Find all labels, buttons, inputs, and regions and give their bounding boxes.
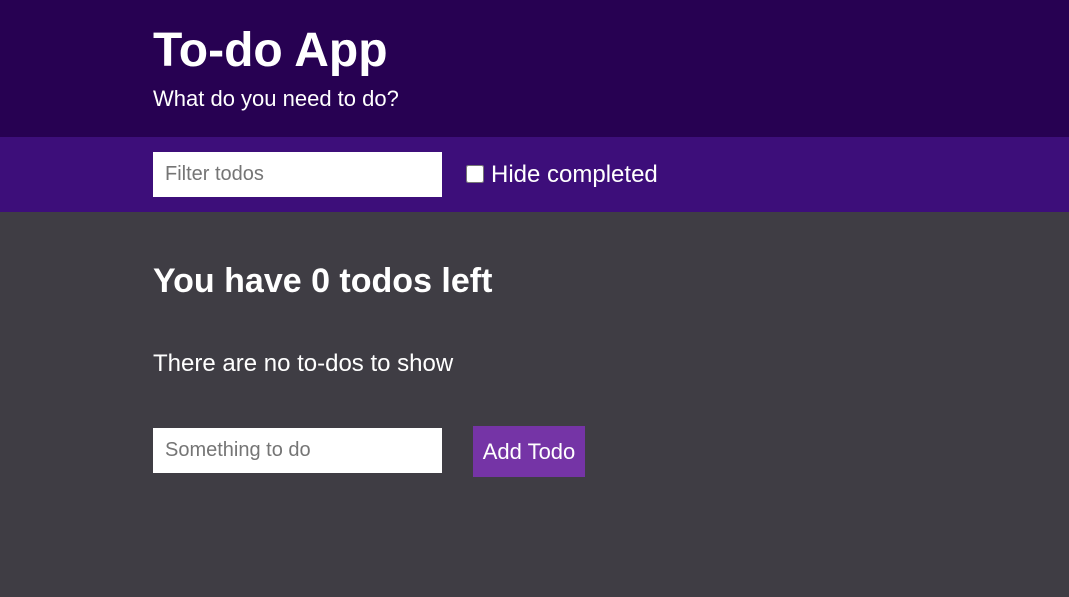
hide-completed-checkbox[interactable] (466, 165, 484, 183)
hide-completed-toggle[interactable]: Hide completed (466, 161, 658, 189)
app-header: To-do App What do you need to do? (0, 0, 1069, 137)
filter-todos-input[interactable] (153, 152, 442, 197)
todos-left-heading: You have 0 todos left (153, 262, 493, 300)
new-todo-input[interactable] (153, 428, 442, 473)
app-subtitle: What do you need to do? (153, 86, 399, 111)
app-title: To-do App (153, 24, 388, 77)
filter-bar: Hide completed (0, 137, 1069, 212)
main-content: You have 0 todos left There are no to-do… (0, 212, 1069, 597)
add-todo-button[interactable]: Add Todo (473, 426, 585, 477)
empty-state-message: There are no to-dos to show (153, 350, 454, 377)
hide-completed-label: Hide completed (491, 161, 658, 188)
